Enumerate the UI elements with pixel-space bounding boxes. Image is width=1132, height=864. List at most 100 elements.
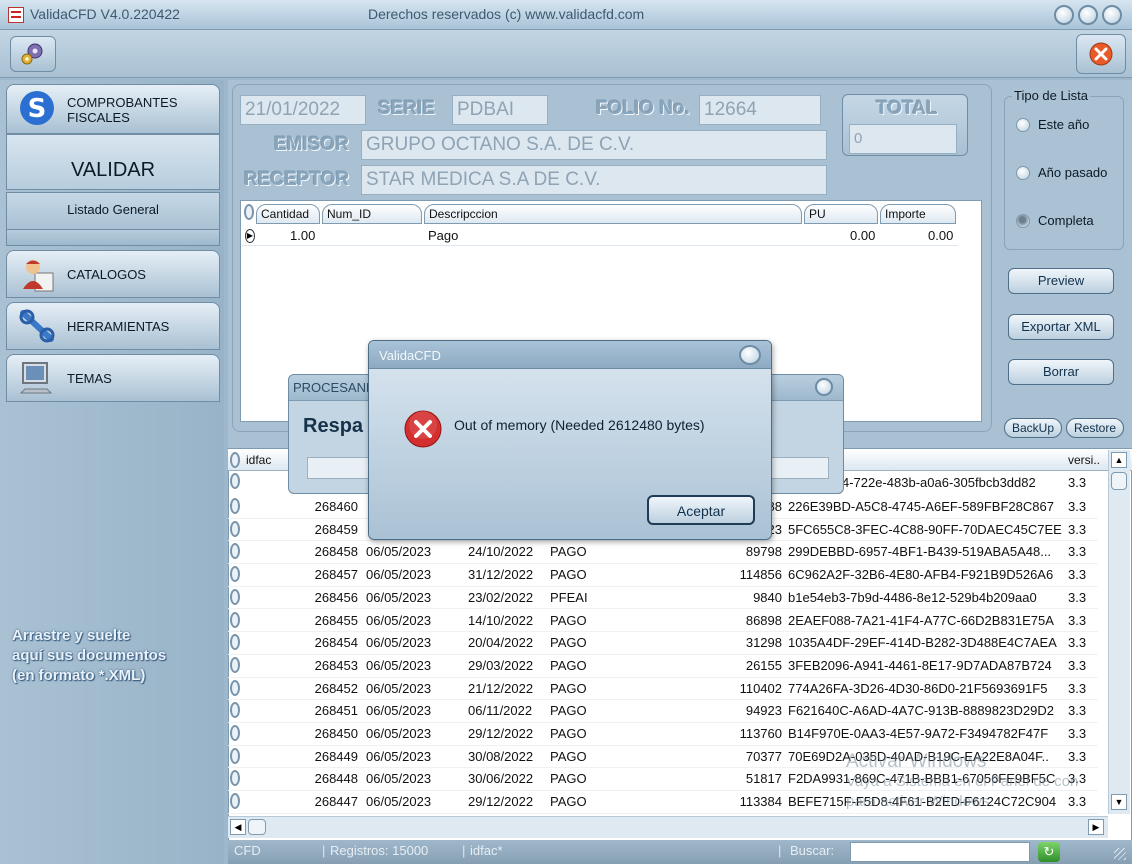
dialog-close-button[interactable] <box>739 345 761 365</box>
cell-folio: 86898 <box>745 612 782 628</box>
scroll-up-icon[interactable]: ▲ <box>1111 452 1127 468</box>
cell-version: 3.3 <box>1068 544 1087 560</box>
search-input[interactable] <box>850 842 1030 862</box>
minimize-button[interactable] <box>1054 5 1074 25</box>
row-marker <box>230 611 240 628</box>
cell-folio: 114856 <box>739 567 782 583</box>
cell-tipo: PAGO <box>550 680 587 696</box>
cell-idfac: 268458 <box>314 544 358 560</box>
tipo-lista-title: Tipo de Lista <box>1012 88 1090 103</box>
table-row[interactable]: 268456 06/05/2023 23/02/2022 PFEAI 9840 b1e54… <box>228 587 1098 610</box>
cell-uuid: 2EAEF088-7A21-41F4-A77C-66D2B831E75A <box>788 612 1054 628</box>
row-marker <box>230 770 240 787</box>
cell-uuid: 3FEB2096-A941-4461-8E17-9D7ADA87B724 <box>788 657 1052 673</box>
cell-pu: 0.00 <box>850 228 876 243</box>
cell-version: 3.3 <box>1068 680 1087 696</box>
sidebar-item-temas[interactable]: TEMAS <box>6 354 220 402</box>
vertical-scrollbar[interactable]: ▲ ▼ <box>1108 450 1130 814</box>
cell-tipo: PAGO <box>550 794 587 810</box>
scroll-thumb-h[interactable] <box>248 819 266 835</box>
cell-folio: 110402 <box>739 680 782 696</box>
table-row[interactable]: 268452 06/05/2023 21/12/2022 PAGO 110402 774A… <box>228 678 1098 701</box>
scroll-left-icon[interactable]: ◀ <box>230 819 246 835</box>
title-bar: ValidaCFD V4.0.220422 Derechos reservado… <box>0 0 1132 30</box>
total-field[interactable]: 0 <box>849 124 957 154</box>
cell-uuid: 226E39BD-A5C8-4745-A6EF-589FBF28C867 <box>788 499 1054 514</box>
restore-button[interactable]: Restore <box>1066 418 1124 438</box>
row-marker <box>230 520 240 537</box>
maximize-button[interactable] <box>1078 5 1098 25</box>
drop-zone-hint[interactable]: Arrastre y suelte aquí sus documentos (e… <box>12 626 166 686</box>
col-num-id[interactable]: Num_ID <box>322 204 422 224</box>
exit-button[interactable] <box>1076 34 1126 74</box>
table-row[interactable]: 268457 06/05/2023 31/12/2022 PAGO 114856 6C96… <box>228 564 1098 587</box>
row-marker <box>230 679 240 696</box>
emisor-field[interactable]: GRUPO OCTANO S.A. DE C.V. <box>361 130 827 160</box>
cell-idfac: 268447 <box>314 794 358 810</box>
cell-idfac: 268460 <box>314 499 358 514</box>
first-row-version: 3.3 <box>1068 475 1087 490</box>
col-importe[interactable]: Importe <box>880 204 956 224</box>
sidebar-item-herramientas[interactable]: HERRAMIENTAS <box>6 302 220 350</box>
cell-folio: 26155 <box>745 657 782 673</box>
radio-este-ano[interactable] <box>1016 118 1030 132</box>
table-row[interactable]: 268451 06/05/2023 06/11/2022 PAGO 94923 F6216… <box>228 700 1098 723</box>
date-field[interactable]: 21/01/2022 <box>240 95 366 125</box>
folio-field[interactable]: 12664 <box>699 95 821 125</box>
scroll-down-icon[interactable]: ▼ <box>1111 794 1127 810</box>
backup-button[interactable]: BackUp <box>1004 418 1062 438</box>
refresh-icon[interactable]: ↻ <box>1038 842 1060 862</box>
col-idfac[interactable]: idfac <box>246 453 271 467</box>
cell-folio: 31298 <box>745 635 782 651</box>
preview-button[interactable]: Preview <box>1008 268 1114 294</box>
cell-tipo: PAGO <box>550 726 587 741</box>
sidebar-item-listado-general[interactable]: Listado General <box>6 192 220 230</box>
sidebar-item-validar[interactable]: VALIDAR <box>6 134 220 190</box>
settings-button[interactable] <box>10 36 56 72</box>
processing-close-button[interactable] <box>815 378 833 396</box>
cell-uuid: F621640C-A6AD-4A7C-913B-8889823D29D2 <box>788 703 1054 719</box>
cell-fecha: 06/05/2023 <box>366 680 432 696</box>
radio-completa[interactable] <box>1016 214 1030 228</box>
scroll-right-icon[interactable]: ▶ <box>1088 819 1104 835</box>
cell-folio: 113760 <box>739 726 782 741</box>
scroll-thumb[interactable] <box>1111 472 1127 490</box>
close-window-button[interactable] <box>1102 5 1122 25</box>
col-version[interactable]: versi.. <box>1068 453 1100 467</box>
cell-fecha: 06/05/2023 <box>366 635 432 651</box>
borrar-button[interactable]: Borrar <box>1008 359 1114 385</box>
cell-fecha-comprobante: 23/02/2022 <box>468 589 534 605</box>
receptor-field[interactable]: STAR MEDICA S.A DE C.V. <box>361 165 827 195</box>
sidebar-item-comprobantes[interactable]: S COMPROBANTES FISCALES <box>6 84 220 134</box>
cell-idfac: 268453 <box>314 657 358 673</box>
cell-version: 3.3 <box>1068 521 1087 537</box>
col-pu[interactable]: PU <box>804 204 878 224</box>
radio-ano-pasado[interactable] <box>1016 166 1030 180</box>
monitor-icon <box>19 362 53 394</box>
table-row[interactable]: 268455 06/05/2023 14/10/2022 PAGO 86898 2EAEF… <box>228 610 1098 633</box>
exportar-xml-button[interactable]: Exportar XML <box>1008 314 1114 340</box>
table-row[interactable]: 268458 06/05/2023 24/10/2022 PAGO 89798 299DE… <box>228 541 1098 565</box>
row-marker <box>230 543 240 560</box>
cell-uuid: 6C962A2F-32B6-4E80-AFB4-F921B9D526A6 <box>788 567 1054 583</box>
table-row[interactable]: 268450 06/05/2023 29/12/2022 PAGO 113760 B14F… <box>228 723 1098 746</box>
col-descripcion[interactable]: Descripccion <box>424 204 802 224</box>
resize-grip-icon[interactable] <box>1114 848 1126 860</box>
sidebar-item-catalogos[interactable]: CATALOGOS <box>6 250 220 298</box>
close-icon <box>1089 42 1113 66</box>
status-registros: Registros: 15000 <box>330 843 429 858</box>
status-divider: | <box>322 843 326 858</box>
table-row[interactable]: 268453 06/05/2023 29/03/2022 PAGO 26155 3FEB2… <box>228 655 1098 678</box>
row-marker <box>230 656 240 673</box>
sidebar-item-label: CATALOGOS <box>67 267 146 282</box>
table-row[interactable]: 268454 06/05/2023 20/04/2022 PAGO 31298 1035A… <box>228 632 1098 655</box>
aceptar-button[interactable]: Aceptar <box>647 495 755 525</box>
cell-uuid: B14F970E-0AA3-4E57-9A72-F3494782F47F <box>788 726 1049 741</box>
table-row[interactable]: ▶ 1.00 Pago 0.00 0.00 <box>242 226 958 246</box>
serie-field[interactable]: PDBAI <box>452 95 548 125</box>
tools-icon <box>19 309 55 343</box>
horizontal-scrollbar[interactable]: ◀ ▶ <box>228 816 1108 838</box>
col-cantidad[interactable]: Cantidad <box>256 204 320 224</box>
cell-version: 3.3 <box>1068 567 1087 583</box>
cell-uuid: b1e54eb3-7b9d-4486-8e12-529b4b209aa0 <box>788 589 1037 605</box>
